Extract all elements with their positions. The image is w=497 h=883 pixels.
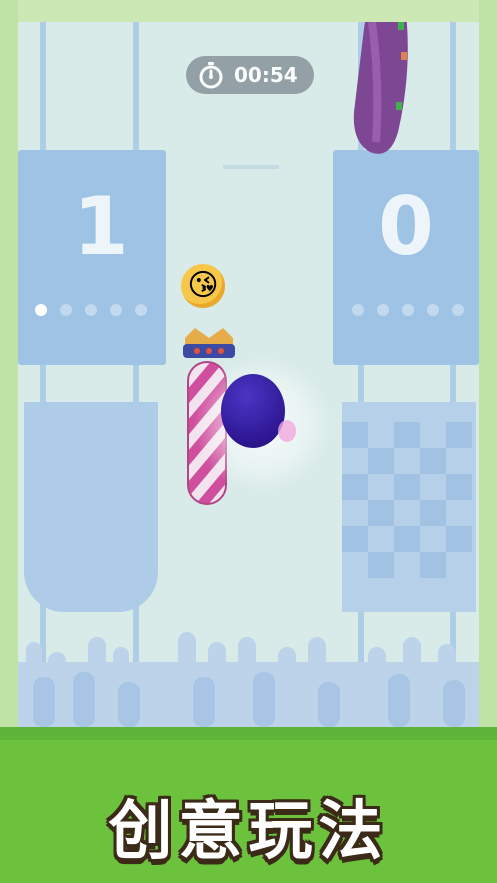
progress-dot: [377, 304, 389, 316]
crown-icon: [183, 328, 235, 358]
player-nametag: [223, 165, 279, 169]
play-arena: 1 0 😘: [18, 22, 479, 727]
progress-dot: [35, 304, 47, 316]
left-wall: [0, 0, 18, 740]
stopwatch-icon: [199, 62, 223, 89]
progress-dot: [427, 304, 439, 316]
progress-dot: [452, 304, 464, 316]
kissing-face-emoji-icon: 😘: [181, 264, 225, 308]
promo-caption: 创意玩法: [108, 795, 389, 869]
match-timer: 00:54: [186, 56, 314, 94]
checkered-banner: [342, 402, 476, 612]
right-score: 0: [378, 180, 434, 273]
top-wall: [0, 0, 497, 22]
game-screen: 1 0 😘 00:54 创意玩法: [0, 0, 497, 883]
progress-dot: [85, 304, 97, 316]
left-score: 1: [73, 180, 129, 273]
player-ball[interactable]: [221, 374, 285, 448]
progress-dot: [352, 304, 364, 316]
background-rail: [40, 22, 46, 722]
crowd-silhouettes: [18, 632, 479, 727]
ball-trail: [278, 420, 296, 442]
background-rail: [450, 22, 456, 722]
timer-value: 00:54: [234, 63, 298, 87]
background-rail: [133, 22, 139, 722]
left-banner: [24, 402, 158, 612]
candy-pole-obstacle: [353, 22, 408, 154]
right-wall: [479, 0, 497, 740]
progress-dot: [402, 304, 414, 316]
progress-dot: [135, 304, 147, 316]
progress-dot: [110, 304, 122, 316]
progress-dot: [60, 304, 72, 316]
